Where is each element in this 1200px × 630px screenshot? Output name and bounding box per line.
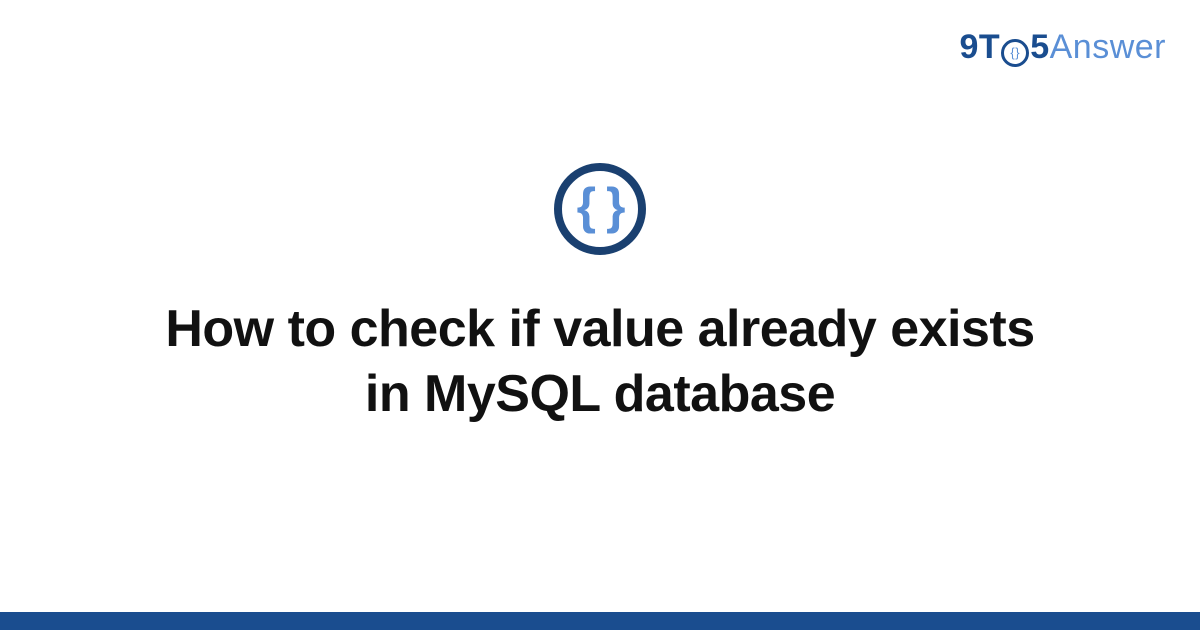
main-content: { } How to check if value already exists…	[0, 0, 1200, 630]
code-braces-icon: { }	[554, 163, 646, 255]
code-icon-wrapper: { }	[554, 163, 646, 255]
page-title: How to check if value already exists in …	[150, 297, 1050, 427]
bottom-accent-bar	[0, 612, 1200, 630]
braces-glyph: { }	[577, 181, 624, 231]
